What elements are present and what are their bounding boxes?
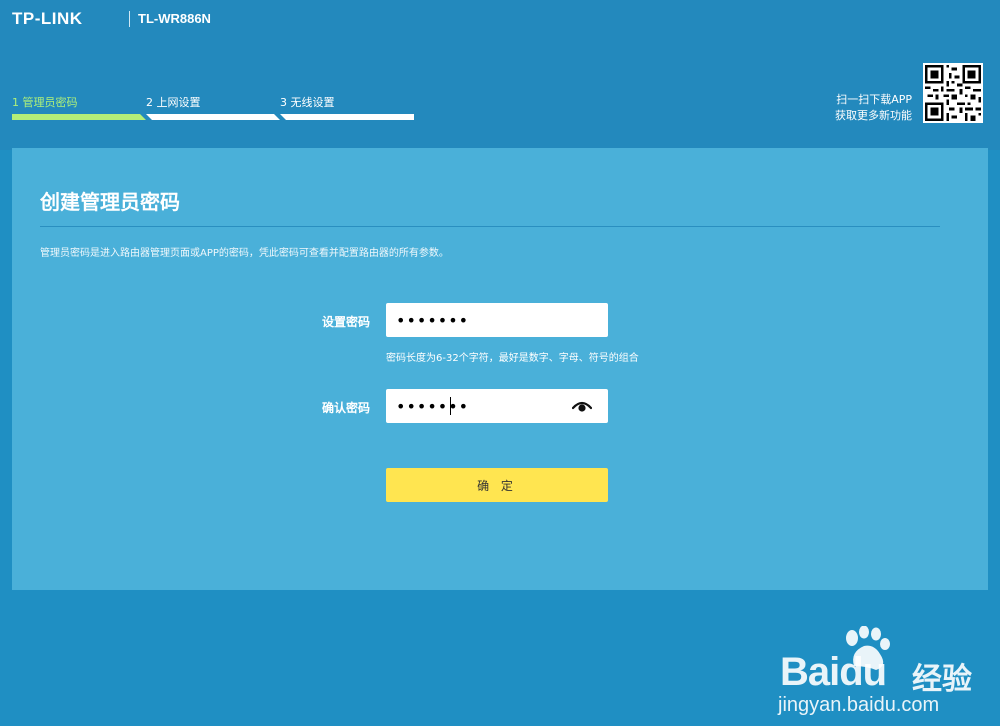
- step-admin-password: 1 管理员密码: [12, 94, 146, 120]
- confirm-button[interactable]: 确 定: [386, 468, 608, 502]
- confirm-password-label: 确认密码: [321, 401, 370, 415]
- setup-panel: 创建管理员密码 管理员密码是进入路由器管理页面或APP的密码，凭此密码可查看并配…: [12, 148, 988, 716]
- confirm-password-field-wrapper: [386, 389, 608, 423]
- step-label: 2 上网设置: [146, 96, 201, 109]
- header: TP-LINK TL-WR886N 1 管理员密码 2 上网设置 3 无线设置 …: [0, 0, 1000, 150]
- step-label: 3 无线设置: [280, 96, 335, 109]
- app-promo-line1: 扫一扫下载APP: [836, 93, 912, 106]
- step-progress-bar: [280, 114, 414, 120]
- qr-code-icon: [923, 63, 983, 123]
- password-input[interactable]: [386, 303, 608, 337]
- show-password-icon[interactable]: [572, 399, 592, 413]
- password-label: 设置密码: [321, 315, 370, 329]
- setup-steps: 1 管理员密码 2 上网设置 3 无线设置: [12, 94, 414, 120]
- divider: [40, 226, 940, 227]
- password-hint: 密码长度为6-32个字符，最好是数字、字母、符号的组合: [386, 353, 639, 364]
- model-name: TL-WR886N: [138, 11, 211, 26]
- step-progress-bar: [146, 114, 280, 120]
- text-caret: [450, 397, 451, 415]
- password-field-wrapper: [386, 303, 608, 337]
- step-label: 1 管理员密码: [12, 96, 78, 109]
- step-wireless-setup: 3 无线设置: [280, 94, 414, 120]
- baidu-watermark: Baidu 经验 jingyan.baidu.com: [772, 626, 1000, 726]
- page-description: 管理员密码是进入路由器管理页面或APP的密码，凭此密码可查看并配置路由器的所有参…: [40, 248, 449, 259]
- page-title: 创建管理员密码: [40, 190, 180, 214]
- tp-link-logo: TP-LINK: [12, 9, 83, 28]
- app-promo: 扫一扫下载APP 获取更多新功能: [835, 92, 912, 124]
- step-progress-bar: [12, 114, 146, 120]
- watermark-brand: Baidu: [780, 650, 887, 694]
- watermark-url: jingyan.baidu.com: [778, 694, 940, 716]
- app-promo-line2: 获取更多新功能: [835, 109, 912, 122]
- step-internet-setup: 2 上网设置: [146, 94, 280, 120]
- logo-divider: [129, 11, 130, 27]
- watermark-brand-cn: 经验: [912, 662, 972, 697]
